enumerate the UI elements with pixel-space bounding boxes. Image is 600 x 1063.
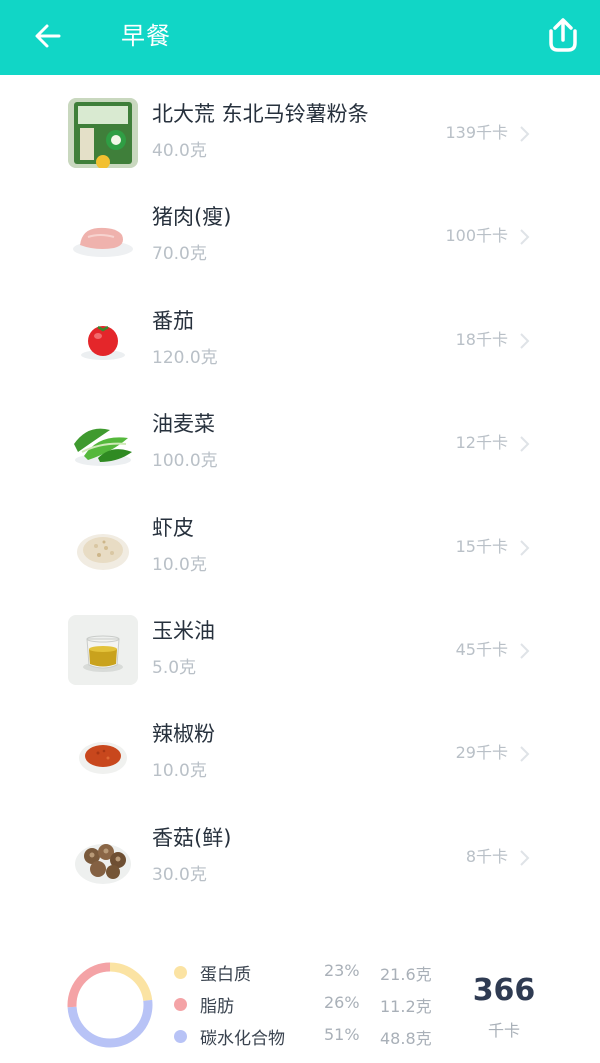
total-kcal-value: 366 (472, 973, 536, 1008)
macro-percent: 51% (324, 1025, 360, 1044)
food-name: 虾皮 (152, 515, 194, 540)
food-item[interactable]: 番茄 120.0克 18千卡 (0, 282, 600, 385)
food-weight: 5.0克 (152, 657, 197, 678)
lean-pork-thumb (68, 201, 138, 271)
food-item[interactable]: 虾皮 10.0克 15千卡 (0, 489, 600, 592)
top-bar: 早餐 (0, 0, 600, 75)
food-weight: 100.0克 (152, 451, 218, 472)
back-button[interactable] (24, 12, 72, 60)
food-kcal: 18千卡 (455, 329, 508, 349)
food-item[interactable]: 北大荒 东北马铃薯粉条 40.0克 139千卡 (0, 75, 600, 178)
page-title: 早餐 (121, 22, 171, 50)
macro-row-carbs: 碳水化合物 51% 48.8克 (172, 1022, 452, 1052)
food-item[interactable]: 辣椒粉 10.0克 29千卡 (0, 695, 600, 798)
macro-name: 蛋白质 (200, 965, 251, 985)
food-weight: 40.0克 (152, 141, 207, 161)
food-kcal: 12千卡 (455, 433, 508, 453)
protein-color-dot (174, 966, 187, 979)
chevron-right-icon (520, 126, 530, 142)
food-item[interactable]: 猪肉(瘦) 70.0克 100千卡 (0, 178, 600, 281)
food-list: 北大荒 东北马铃薯粉条 40.0克 139千卡 猪肉(瘦) 70.0克 100千… (0, 75, 600, 902)
food-kcal: 100千卡 (445, 226, 508, 246)
food-kcal: 45千卡 (455, 639, 508, 659)
macro-row-fat: 脂肪 26% 11.2克 (172, 990, 452, 1020)
lettuce-thumb (68, 408, 138, 478)
food-name: 猪肉(瘦) (152, 205, 232, 230)
total-kcal-unit: 千卡 (487, 1021, 520, 1040)
food-item[interactable]: 香菇(鲜) 30.0克 8千卡 (0, 799, 600, 902)
macro-row-protein: 蛋白质 23% 21.6克 (172, 958, 452, 988)
food-name: 油麦菜 (152, 412, 215, 437)
nutrition-summary: 蛋白质 23% 21.6克 脂肪 26% 11.2克 碳水化合物 51% 48.… (0, 945, 600, 1063)
carbs-color-dot (174, 1030, 187, 1043)
noodle-package-thumb (68, 98, 138, 168)
chevron-right-icon (520, 850, 530, 866)
share-button[interactable] (540, 12, 586, 58)
macro-grams: 11.2克 (380, 997, 432, 1016)
corn-oil-thumb (68, 614, 138, 685)
macro-name: 碳水化合物 (200, 1029, 285, 1049)
chevron-right-icon (520, 539, 530, 556)
food-kcal: 8千卡 (465, 846, 508, 866)
macro-grams: 48.8克 (380, 1029, 432, 1048)
chevron-right-icon (520, 229, 530, 246)
chili-powder-thumb (68, 718, 138, 788)
macro-percent: 23% (324, 961, 360, 980)
food-weight: 10.0克 (152, 761, 207, 782)
macro-donut-chart (67, 962, 153, 1048)
fat-color-dot (174, 998, 187, 1011)
food-weight: 30.0克 (152, 864, 207, 885)
chevron-right-icon (520, 333, 530, 349)
food-kcal: 15千卡 (455, 536, 508, 556)
food-weight: 70.0克 (152, 244, 207, 265)
dried-shrimp-thumb (68, 512, 138, 582)
food-kcal: 139千卡 (445, 123, 508, 142)
food-name: 番茄 (152, 308, 194, 333)
food-name: 香菇(鲜) (152, 825, 232, 850)
food-name: 玉米油 (152, 618, 215, 643)
food-name: 辣椒粉 (152, 722, 215, 747)
macro-percent: 26% (324, 993, 360, 1012)
food-kcal: 29千卡 (455, 743, 508, 763)
food-weight: 10.0克 (152, 554, 207, 575)
food-name: 北大荒 东北马铃薯粉条 (152, 102, 369, 126)
food-weight: 120.0克 (152, 347, 218, 368)
tomato-thumb (68, 305, 138, 375)
chevron-right-icon (520, 746, 530, 763)
macro-name: 脂肪 (200, 997, 234, 1017)
shiitake-thumb (68, 822, 138, 892)
chevron-right-icon (520, 436, 530, 452)
chevron-right-icon (520, 643, 530, 659)
food-item[interactable]: 油麦菜 100.0克 12千卡 (0, 385, 600, 488)
macro-grams: 21.6克 (380, 965, 432, 984)
share-upload-icon (549, 18, 577, 52)
food-item[interactable]: 玉米油 5.0克 45千卡 (0, 592, 600, 695)
arrow-left-icon (35, 24, 61, 48)
